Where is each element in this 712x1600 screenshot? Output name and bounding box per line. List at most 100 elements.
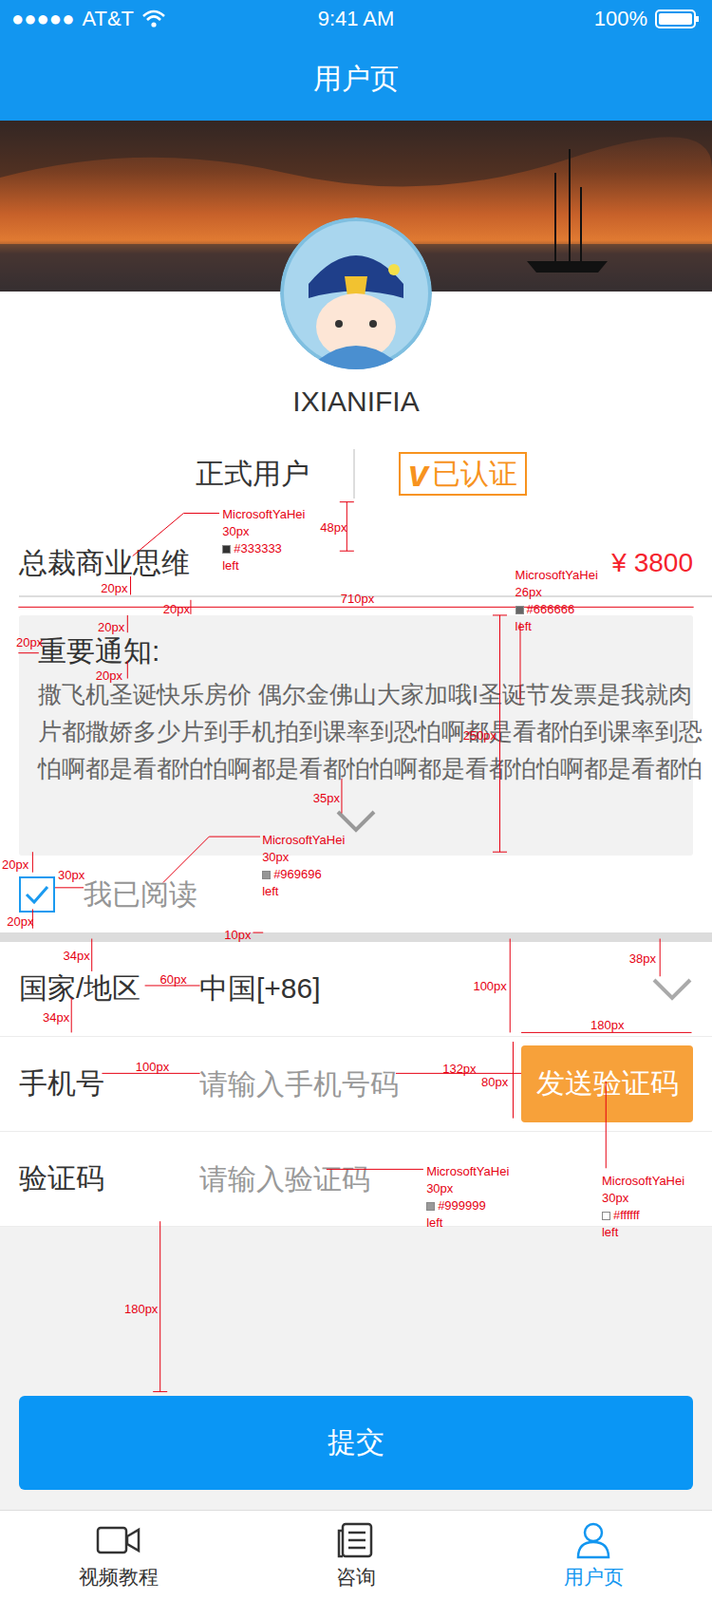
field-label: 国家/地区	[18, 969, 200, 1009]
dimension-label: 20px	[163, 600, 190, 619]
dimension-label: 10px	[224, 926, 251, 944]
clock: 9:41 AM	[318, 6, 395, 32]
dimension-label: 180px	[124, 1300, 158, 1318]
annotation-layer: MicrosoftYaHei30px#333333leftMicrosoftYa…	[0, 0, 712, 1600]
notice-line: 撒飞机圣诞快乐房价 偶尔金佛山大家加哦I圣诞节发票是我就肉	[37, 675, 675, 713]
spec-line: left	[601, 1223, 685, 1241]
measure-lines	[0, 0, 712, 1600]
color-swatch	[222, 544, 231, 554]
avatar[interactable]	[280, 217, 432, 370]
badge-label: 已认证	[431, 454, 518, 494]
course-price: ¥ 3800	[611, 542, 694, 584]
form-row: 国家/地区中国[+86]	[0, 941, 712, 1037]
tab-item[interactable]: 视频教程	[0, 1510, 238, 1600]
send-code-button[interactable]: 发送验证码	[521, 1045, 694, 1123]
user-type-row: 正式用户 v已认证	[0, 449, 712, 499]
submit-area: 提交	[0, 1226, 712, 1510]
chevron-down-icon[interactable]	[335, 806, 377, 836]
notice-line: 片都撒娇多少片到手机拍到课率到恐怕啊都是看都怕到课率到恐	[37, 712, 675, 750]
tab-label[interactable]: 用户页	[563, 1564, 624, 1590]
spec-text: left	[262, 883, 279, 899]
country-select[interactable]: 中国[+86]	[199, 969, 652, 1009]
badge-cell: v已认证	[355, 451, 527, 496]
notice-title: 重要通知:	[37, 634, 675, 669]
dimension-label: 60px	[160, 971, 188, 989]
user-type: 正式用户	[195, 454, 310, 494]
submit-button[interactable]: 提交	[18, 1395, 694, 1490]
spec-text: left	[601, 1224, 619, 1239]
spec-text: MicrosoftYaHei	[515, 567, 599, 582]
notice-box: 重要通知: 撒飞机圣诞快乐房价 偶尔金佛山大家加哦I圣诞节发票是我就肉片都撒娇多少…	[18, 615, 694, 856]
spec-line: left	[426, 1214, 509, 1232]
dimension-label: 100px	[472, 977, 506, 995]
font-spec-note: MicrosoftYaHei 26px#666666left	[515, 566, 599, 636]
person-icon	[574, 1520, 613, 1559]
dimension-label: 34px	[62, 947, 90, 965]
dropdown-chevron-icon[interactable]	[651, 975, 694, 1003]
spec-line: #969696	[262, 865, 345, 883]
tab-item[interactable]: 用户页	[474, 1510, 712, 1600]
dimension-label: 20px	[97, 618, 125, 637]
text-field[interactable]	[199, 1068, 522, 1101]
font-spec-note: MicrosoftYaHei30px#ffffffleft	[601, 1172, 685, 1241]
dimension-label: 30px	[57, 866, 85, 884]
dimension-label: 80px	[481, 1073, 508, 1091]
spec-line: 30px	[601, 1189, 685, 1207]
avatar-picture-icon	[280, 217, 432, 370]
spec-line: MicrosoftYaHei	[222, 505, 305, 524]
color-swatch	[262, 870, 271, 880]
spec-line: MicrosoftYaHei	[426, 1162, 509, 1181]
font-spec-note: MicrosoftYaHei30px#999999left	[426, 1162, 509, 1232]
dimension-label: 132px	[442, 1060, 476, 1078]
send-code-label[interactable]: 发送验证码	[536, 1064, 679, 1104]
spec-line: MicrosoftYaHei	[262, 831, 345, 849]
form-row: 验证码	[0, 1131, 712, 1227]
spec-text: MicrosoftYaHei	[426, 1163, 509, 1179]
spec-line: 26px	[515, 583, 599, 601]
color-swatch	[601, 1211, 611, 1220]
page-title: 用户页	[313, 59, 399, 99]
spec-text: 26px	[515, 584, 543, 600]
agree-checkbox[interactable]	[18, 876, 56, 913]
document-icon	[337, 1520, 375, 1559]
spec-text: MicrosoftYaHei	[222, 506, 305, 522]
tab-bar: 视频教程 咨询 用户页	[0, 1509, 712, 1600]
dimension-label: 20px	[100, 580, 128, 598]
spec-text: #666666	[526, 601, 576, 617]
agreement-label[interactable]: 我已阅读	[83, 875, 198, 915]
tab-item[interactable]: 咨询	[237, 1510, 475, 1600]
verified-badge: v已认证	[398, 451, 527, 496]
color-swatch	[515, 605, 525, 615]
spec-text: #333333	[233, 541, 282, 556]
spec-text: 30px	[426, 1180, 453, 1196]
spec-line: 30px	[426, 1180, 509, 1198]
status-left: ●●●●●AT&T	[11, 6, 202, 32]
notice-line: 怕啊都是看都怕怕啊都是看都怕怕啊都是看都怕怕啊都是看都怕	[37, 749, 675, 787]
badge-logo: v	[408, 455, 429, 492]
dimension-label: 20px	[16, 634, 43, 652]
tab-label[interactable]: 咨询	[336, 1564, 376, 1590]
spec-text: MicrosoftYaHei	[601, 1173, 685, 1188]
section-gap	[0, 932, 712, 942]
battery-icon	[655, 8, 701, 30]
field-label: 验证码	[18, 1159, 200, 1199]
submit-label[interactable]: 提交	[327, 1423, 385, 1462]
nav-bar: 用户页	[0, 37, 712, 121]
header: ●●●●●AT&T9:41 AM100%用户页	[0, 0, 712, 121]
spec-text: left	[515, 618, 532, 634]
form-row: 手机号 发送验证码	[0, 1036, 712, 1132]
spec-line: #999999	[426, 1197, 509, 1215]
expand-toggle[interactable]	[335, 806, 377, 840]
spec-line: 30px	[222, 523, 305, 541]
tab-label[interactable]: 视频教程	[78, 1564, 159, 1590]
text-field[interactable]	[199, 1162, 694, 1196]
spec-text: MicrosoftYaHei	[262, 832, 345, 847]
font-spec-note: MicrosoftYaHei30px#333333left	[222, 505, 305, 575]
field-label: 手机号	[18, 1064, 200, 1104]
dimension-label: 38px	[629, 950, 656, 968]
dimension-label: 180px	[590, 1016, 624, 1034]
spec-text: 30px	[222, 524, 249, 539]
status-bar: ●●●●●AT&T9:41 AM100%	[0, 0, 712, 38]
user-type-cell: 正式用户	[0, 449, 356, 499]
user-name: IXIANIFIA	[292, 378, 419, 425]
